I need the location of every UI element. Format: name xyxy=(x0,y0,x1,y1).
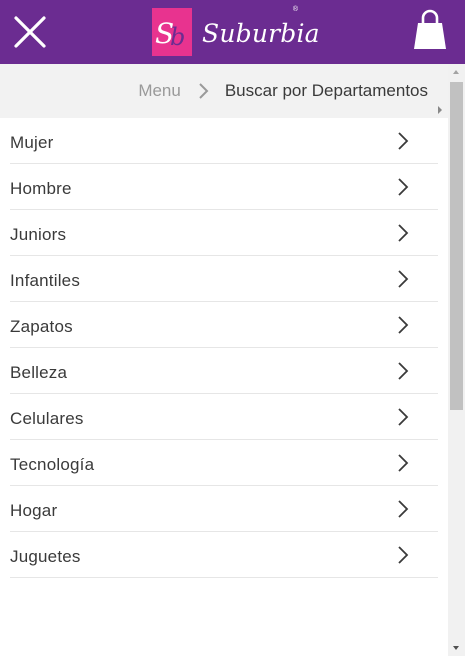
breadcrumb-current: Buscar por Departamentos xyxy=(224,81,428,100)
chevron-right-icon xyxy=(398,315,409,334)
list-item[interactable]: Zapatos xyxy=(10,302,438,348)
chevron-right-icon xyxy=(398,361,409,380)
close-menu-button[interactable] xyxy=(10,12,50,52)
scrollbar-thumb[interactable] xyxy=(450,82,463,410)
list-item[interactable]: Infantiles xyxy=(10,256,438,302)
close-icon xyxy=(14,16,46,48)
chevron-right-icon xyxy=(199,83,209,99)
scroll-right-arrow-icon[interactable] xyxy=(438,106,442,114)
breadcrumb-menu-link[interactable]: Menu xyxy=(138,81,181,101)
shopping-bag-button[interactable] xyxy=(412,9,448,51)
list-item[interactable]: Hogar xyxy=(10,486,438,532)
list-item-label: Juguetes xyxy=(10,546,81,566)
chevron-right-icon xyxy=(398,177,409,196)
brand-logo[interactable]: S b Suburbia ® xyxy=(152,6,320,56)
list-item-label: Tecnología xyxy=(10,454,95,474)
list-item-label: Zapatos xyxy=(10,316,73,336)
chevron-right-icon xyxy=(398,453,409,472)
chevron-right-icon xyxy=(398,545,409,564)
brand-name: Suburbia xyxy=(202,18,320,48)
sb-monogram-icon: S b xyxy=(155,17,185,51)
list-item-label: Celulares xyxy=(10,408,84,428)
chevron-right-icon xyxy=(398,223,409,242)
chevron-right-icon xyxy=(398,407,409,426)
list-item[interactable]: Tecnología xyxy=(10,440,438,486)
list-item[interactable]: Juguetes xyxy=(10,532,438,578)
chevron-right-icon xyxy=(398,131,409,150)
list-item-label: Hombre xyxy=(10,178,72,198)
chevron-right-icon xyxy=(398,499,409,518)
list-item-label: Infantiles xyxy=(10,270,81,290)
department-list: Mujer Hombre Juniors Infantiles Zapatos … xyxy=(10,118,438,578)
vertical-scrollbar[interactable] xyxy=(448,64,465,656)
list-item[interactable]: Juniors xyxy=(10,210,438,256)
list-item[interactable]: Celulares xyxy=(10,394,438,440)
list-item-label: Hogar xyxy=(10,500,58,520)
list-item[interactable]: Mujer xyxy=(10,118,438,164)
list-item[interactable]: Belleza xyxy=(10,348,438,394)
registered-mark: ® xyxy=(292,6,298,13)
list-item-label: Juniors xyxy=(10,224,67,244)
brand-badge: S b xyxy=(152,8,192,56)
list-item-label: Mujer xyxy=(10,132,54,152)
svg-text:b: b xyxy=(170,23,185,51)
chevron-right-icon xyxy=(398,269,409,288)
list-item-label: Belleza xyxy=(10,362,68,382)
list-item[interactable]: Hombre xyxy=(10,164,438,210)
shopping-bag-icon xyxy=(414,9,446,49)
scroll-up-arrow-icon[interactable] xyxy=(453,70,459,74)
app-header: S b Suburbia ® xyxy=(0,0,465,64)
breadcrumb: Menu Buscar por Departamentos xyxy=(0,64,448,118)
scroll-down-arrow-icon[interactable] xyxy=(453,646,459,650)
